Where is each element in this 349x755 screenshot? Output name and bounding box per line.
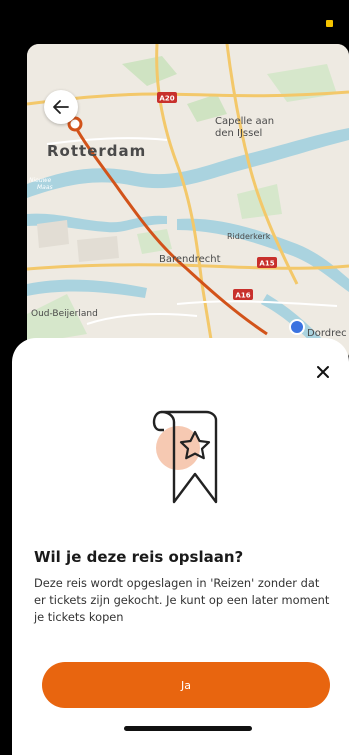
- road-shield-a16: A16: [233, 289, 253, 300]
- status-bar: [0, 0, 349, 44]
- home-indicator: [124, 726, 252, 731]
- close-button[interactable]: [311, 360, 335, 384]
- svg-text:A15: A15: [259, 260, 274, 268]
- route-map[interactable]: A20 A15 A16 Rotterdam Capelle aan den IJ…: [27, 44, 349, 364]
- back-button[interactable]: [44, 90, 78, 124]
- map-label-capelle-2: den IJssel: [215, 128, 262, 139]
- confirm-save-button[interactable]: Ja: [42, 662, 330, 708]
- road-shield-a15: A15: [257, 257, 277, 268]
- map-label-maas: Maas: [37, 184, 53, 191]
- road-shield-a20: A20: [157, 92, 177, 103]
- map-canvas: A20 A15 A16 Rotterdam Capelle aan den IJ…: [27, 44, 349, 364]
- svg-text:A20: A20: [159, 95, 174, 103]
- bookmark-star-icon: [152, 410, 218, 504]
- map-label-ridderkerk: Ridderkerk: [227, 232, 271, 241]
- map-label-nieuwe: Nieuwe: [29, 177, 52, 184]
- close-icon: [317, 366, 329, 378]
- map-label-barendrecht: Barendrecht: [159, 254, 221, 265]
- sheet-title: Wil je deze reis opslaan?: [34, 548, 244, 566]
- destination-marker: [289, 319, 305, 335]
- bookmark-illustration: [148, 404, 224, 508]
- map-label-rotterdam: Rotterdam: [47, 142, 146, 160]
- status-indicator-dot: [326, 20, 333, 27]
- sheet-description: Deze reis wordt opgeslagen in 'Reizen' z…: [34, 576, 330, 624]
- map-label-capelle-1: Capelle aan: [215, 116, 274, 127]
- map-label-oud-beijerland: Oud-Beijerland: [31, 309, 98, 319]
- arrow-left-icon: [53, 100, 69, 114]
- svg-text:A16: A16: [235, 292, 250, 300]
- save-trip-bottom-sheet: Wil je deze reis opslaan? Deze reis word…: [12, 338, 349, 755]
